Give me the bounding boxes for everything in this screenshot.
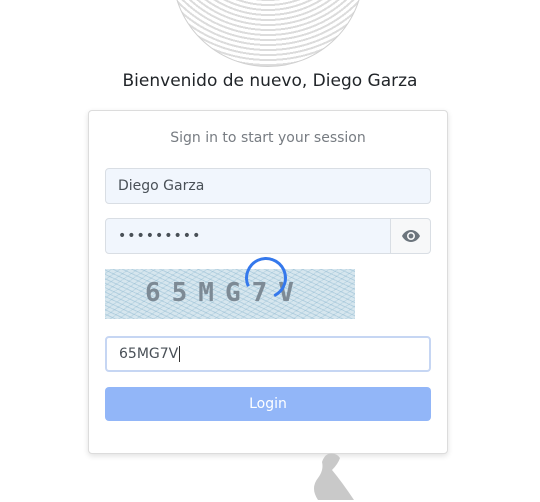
login-box-message: Sign in to start your session <box>170 130 366 146</box>
username-field[interactable]: Diego Garza <box>105 168 431 204</box>
text-cursor <box>179 346 181 362</box>
captcha-input[interactable]: 65MG7V <box>105 336 431 372</box>
user-avatar <box>172 0 364 67</box>
welcome-message: Bienvenido de nuevo, Diego Garza <box>122 71 418 91</box>
captcha-input-value: 65MG7V <box>119 346 179 362</box>
password-field[interactable]: ••••••••• <box>105 218 391 254</box>
captcha-image: 65MG7V <box>105 269 355 319</box>
show-password-button[interactable] <box>390 218 431 254</box>
password-value: ••••••••• <box>118 228 202 244</box>
login-button[interactable]: Login <box>105 387 431 421</box>
eye-icon <box>401 230 420 242</box>
decorative-figure-icon <box>314 453 354 500</box>
username-value: Diego Garza <box>118 178 205 194</box>
login-card: Sign in to start your session Diego Garz… <box>88 110 448 454</box>
